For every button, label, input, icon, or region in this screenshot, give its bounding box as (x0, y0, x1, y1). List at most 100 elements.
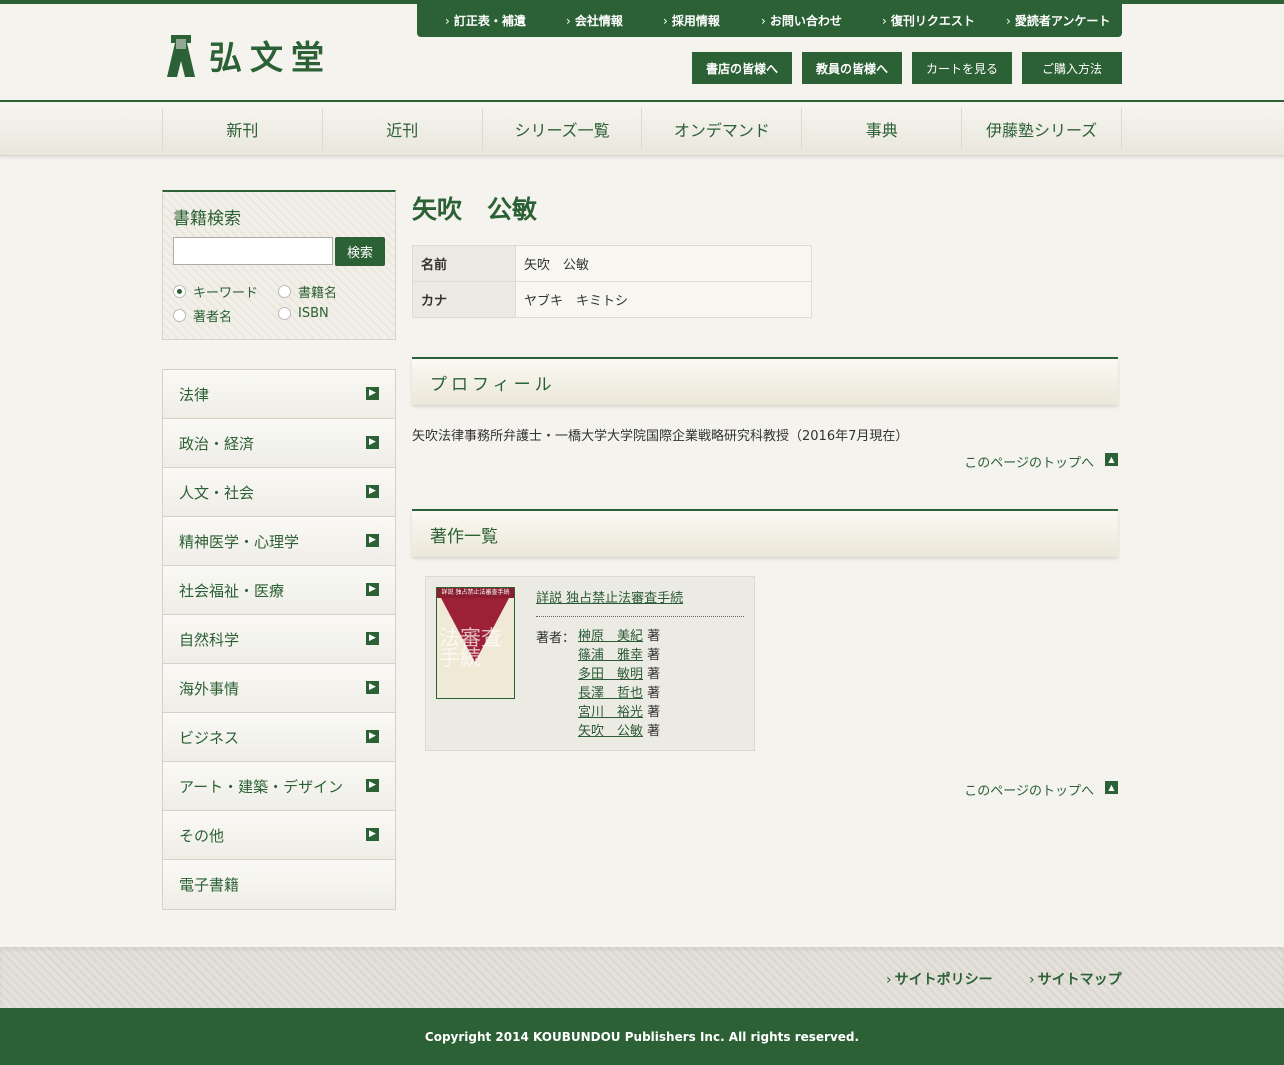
footer-link-sitemap[interactable]: サイトマップ (1029, 969, 1122, 989)
cover-title-text: 法審査手続 (439, 626, 502, 670)
nav-on-demand[interactable]: オンデマンド (642, 108, 803, 150)
util-link-survey[interactable]: 愛読者アンケート (1006, 12, 1111, 29)
search-option-label: キーワード (193, 286, 259, 301)
category-overseas[interactable]: 海外事情 ▶ (163, 664, 395, 713)
arrow-up-icon: ▲ (1105, 781, 1118, 794)
util-link-reprint-request[interactable]: 復刊リクエスト (882, 12, 975, 29)
logo-text: 弘文堂 (209, 38, 332, 77)
category-natural-science[interactable]: 自然科学 ▶ (163, 615, 395, 664)
author-link[interactable]: 宮川 裕光 (578, 705, 643, 720)
util-link-contact[interactable]: お問い合わせ (761, 12, 842, 29)
util-link-errata[interactable]: 訂正表・補遺 (445, 12, 526, 29)
copyright-bar: Copyright 2014 KOUBUNDOU Publishers Inc.… (0, 1008, 1284, 1065)
author-item: 矢吹 公敏 著 (578, 722, 660, 741)
author-link[interactable]: 矢吹 公敏 (578, 724, 643, 739)
book-title-link[interactable]: 詳説 独占禁止法審査手続 (536, 587, 683, 606)
view-cart-button[interactable]: カートを見る (912, 52, 1012, 84)
table-row: カナ ヤブキ キミトシ (412, 281, 812, 318)
category-business[interactable]: ビジネス ▶ (163, 713, 395, 762)
how-to-buy-button[interactable]: ご購入方法 (1022, 52, 1122, 84)
arrow-right-icon: ▶ (366, 534, 379, 547)
radio-checked-icon[interactable] (173, 285, 186, 298)
author-link[interactable]: 多田 敏明 (578, 667, 643, 682)
author-link[interactable]: 榊原 美紀 (578, 629, 643, 644)
category-other[interactable]: その他 ▶ (163, 811, 395, 860)
radio-icon[interactable] (278, 285, 291, 298)
util-link-recruit[interactable]: 採用情報 (663, 12, 720, 29)
arrow-right-icon: ▶ (366, 485, 379, 498)
category-label: 社会福祉・医療 (179, 581, 285, 600)
category-humanities-society[interactable]: 人文・社会 ▶ (163, 468, 395, 517)
category-label: アート・建築・デザイン (179, 777, 344, 796)
author-list: 榊原 美紀 著 篠浦 雅幸 著 多田 敏明 著 長澤 哲也 著 宮川 裕光 著 … (578, 627, 660, 741)
search-option-title[interactable]: 書籍名 (278, 282, 337, 301)
category-label: 自然科学 (179, 630, 240, 649)
profile-heading: プロフィール (412, 357, 1118, 405)
global-nav-bar: 新刊 近刊 シリーズ一覧 オンデマンド 事典 伊藤塾シリーズ (0, 100, 1284, 156)
profile-text: 矢吹法律事務所弁護士・一橋大学大学院国際企業戦略研究科教授（2016年7月現在） (412, 429, 909, 444)
category-label: 精神医学・心理学 (179, 532, 300, 551)
site-logo[interactable]: 弘文堂 (165, 30, 337, 80)
category-label: 海外事情 (179, 679, 240, 698)
info-key: カナ (412, 281, 516, 318)
category-label: ビジネス (179, 728, 240, 747)
search-button[interactable]: 検索 (335, 237, 385, 266)
nav-encyclopedia[interactable]: 事典 (802, 108, 963, 150)
arrow-right-icon: ▶ (366, 632, 379, 645)
book-search-panel: 書籍検索 検索 キーワード 書籍名 著者名 ISBN (162, 190, 396, 340)
util-link-company[interactable]: 会社情報 (566, 12, 623, 29)
category-welfare-medical[interactable]: 社会福祉・医療 ▶ (163, 566, 395, 615)
category-label: 政治・経済 (179, 434, 255, 453)
arrow-right-icon: ▶ (366, 828, 379, 841)
search-option-label: 著者名 (193, 310, 233, 325)
radio-icon[interactable] (173, 309, 186, 322)
footer-links-bar: サイトポリシー サイトマップ (0, 947, 1284, 1008)
nav-new-releases[interactable]: 新刊 (163, 108, 323, 150)
nav-itojuku-series[interactable]: 伊藤塾シリーズ (962, 108, 1122, 150)
author-role: 著 (647, 667, 661, 682)
search-option-label: ISBN (298, 306, 329, 321)
back-to-top-link[interactable]: このページのトップへ ▲ (900, 780, 1118, 799)
search-option-isbn[interactable]: ISBN (278, 306, 329, 321)
teachers-button[interactable]: 教員の皆様へ (802, 52, 902, 84)
author-role: 著 (647, 629, 661, 644)
search-option-keyword[interactable]: キーワード (173, 282, 258, 301)
category-ebooks[interactable]: 電子書籍 (163, 860, 395, 909)
search-title: 書籍検索 (173, 209, 241, 229)
author-info-table: 名前 矢吹 公敏 カナ ヤブキ キミトシ (412, 245, 812, 318)
site-header: 弘文堂 訂正表・補遺 会社情報 採用情報 お問い合わせ 復刊リクエスト 愛読者ア… (0, 4, 1284, 100)
category-art-architecture-design[interactable]: アート・建築・デザイン ▶ (163, 762, 395, 811)
arrow-right-icon: ▶ (366, 681, 379, 694)
arrow-right-icon: ▶ (366, 387, 379, 400)
back-to-top-label: このページのトップへ (964, 784, 1094, 799)
author-link[interactable]: 篠浦 雅幸 (578, 648, 643, 663)
category-list: 法律 ▶ 政治・経済 ▶ 人文・社会 ▶ 精神医学・心理学 ▶ 社会福祉・医療 ▶ 自然科… (162, 369, 396, 910)
footer-link-site-policy[interactable]: サイトポリシー (886, 969, 993, 989)
utility-nav: 訂正表・補遺 会社情報 採用情報 お問い合わせ 復刊リクエスト 愛読者アンケート (417, 4, 1122, 37)
back-to-top-link[interactable]: このページのトップへ ▲ (900, 452, 1118, 471)
search-option-author[interactable]: 著者名 (173, 306, 232, 325)
info-value: ヤブキ キミトシ (515, 281, 812, 318)
copyright-text: Copyright 2014 KOUBUNDOU Publishers Inc.… (424, 1029, 860, 1044)
arrow-right-icon: ▶ (366, 583, 379, 596)
author-link[interactable]: 長澤 哲也 (578, 686, 643, 701)
radio-icon[interactable] (278, 307, 291, 320)
book-card: 詳説 独占禁止法審査手続 法審査手続 詳説 独占禁止法審査手続 著者： 榊原 美… (425, 576, 755, 751)
category-politics-economics[interactable]: 政治・経済 ▶ (163, 419, 395, 468)
category-law[interactable]: 法律 ▶ (163, 370, 395, 419)
divider (536, 616, 744, 617)
author-item: 長澤 哲也 著 (578, 684, 660, 703)
author-role: 著 (647, 705, 661, 720)
page-title: 矢吹 公敏 (412, 195, 538, 224)
nav-upcoming[interactable]: 近刊 (323, 108, 483, 150)
author-role: 著 (647, 686, 661, 701)
info-value: 矢吹 公敏 (515, 245, 812, 282)
info-key: 名前 (412, 245, 516, 282)
book-cover-image[interactable]: 詳説 独占禁止法審査手続 法審査手続 (436, 587, 515, 699)
nav-series-list[interactable]: シリーズ一覧 (483, 108, 643, 150)
search-input[interactable] (173, 237, 333, 265)
bookstore-button[interactable]: 書店の皆様へ (692, 52, 792, 84)
arrow-right-icon: ▶ (366, 730, 379, 743)
category-psychiatry-psychology[interactable]: 精神医学・心理学 ▶ (163, 517, 395, 566)
arrow-right-icon: ▶ (366, 436, 379, 449)
